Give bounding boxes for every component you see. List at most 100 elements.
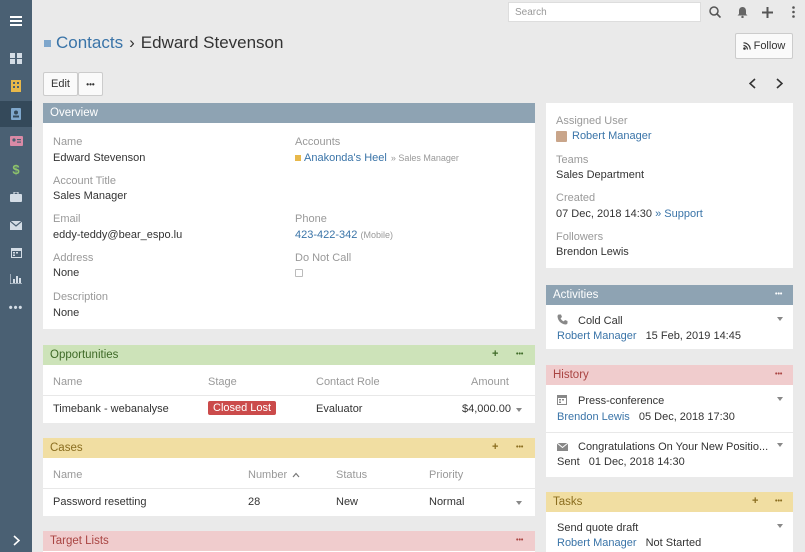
cases-menu-icon[interactable]: •••	[516, 444, 523, 451]
assigned-user-label: Assigned User	[556, 115, 628, 127]
history-panel: History ••• Press-conference Brendon Lew…	[546, 365, 793, 477]
history-item-2-meta: Sent 01 Dec, 2018 14:30	[557, 456, 685, 468]
breadcrumb-parent-link[interactable]: Contacts	[56, 33, 123, 53]
address-value: None	[53, 267, 80, 279]
history-item-1-link[interactable]: Press-conference	[578, 395, 664, 407]
accounts-label: Accounts	[295, 136, 341, 148]
phone-label: Phone	[295, 213, 327, 225]
search-input[interactable]: Search	[508, 2, 701, 22]
name-value: Edward Stevenson	[53, 152, 146, 164]
opp-col-stage: Stage	[208, 376, 237, 388]
history-divider	[546, 432, 793, 433]
more-icon[interactable]: •••	[0, 295, 32, 321]
address-label: Address	[53, 252, 94, 264]
breadcrumb: Contacts › Edward Stevenson	[44, 33, 283, 53]
cases-icon[interactable]	[0, 184, 32, 210]
target-lists-panel: Target Lists •••	[43, 531, 535, 552]
accounts-icon[interactable]	[0, 73, 32, 99]
created-field: 07 Dec, 2018 14:30 » Support	[556, 208, 703, 220]
kebab-menu-icon[interactable]	[784, 3, 802, 21]
previous-record-icon[interactable]	[748, 78, 756, 92]
followers-link[interactable]: Brendon Lewis	[556, 246, 629, 258]
tasks-menu-icon[interactable]: •••	[775, 498, 782, 505]
sort-up-icon	[292, 472, 300, 478]
teams-label: Teams	[556, 154, 589, 166]
opp-col-contact-role: Contact Role	[316, 376, 380, 388]
search-icon[interactable]	[706, 3, 724, 21]
phone-icon	[557, 314, 568, 328]
opportunities-icon[interactable]: $	[0, 156, 32, 182]
target-lists-menu-icon[interactable]: •••	[516, 537, 523, 544]
more-actions-button[interactable]: •••	[78, 72, 103, 96]
activities-panel: Activities ••• Cold Call Robert Manager …	[546, 285, 793, 349]
overview-header: Overview	[43, 103, 535, 123]
description-label: Description	[53, 291, 109, 303]
activity-date: 15 Feb, 2019 14:45	[645, 330, 741, 342]
opp-row-role: Evaluator	[316, 403, 363, 415]
history-item-2-dropdown-icon[interactable]	[777, 443, 783, 447]
email-link[interactable]: eddy-teddy@bear_espo.lu	[53, 229, 182, 241]
cases-add-icon[interactable]: +	[492, 441, 498, 453]
calendar-icon[interactable]	[0, 239, 32, 265]
account-title-label: Account Title	[53, 175, 116, 187]
plus-icon[interactable]	[758, 3, 776, 21]
email-icon[interactable]	[0, 212, 32, 238]
opportunities-add-icon[interactable]: +	[492, 348, 498, 360]
case-col-number[interactable]: Number	[248, 469, 300, 481]
page-title: Edward Stevenson	[140, 33, 284, 52]
menu-icon[interactable]	[0, 8, 32, 34]
edit-button[interactable]: Edit	[43, 72, 78, 96]
history-menu-icon[interactable]: •••	[775, 371, 782, 378]
bell-icon[interactable]	[733, 3, 751, 21]
left-sidebar: $ •••	[0, 0, 32, 552]
task-status: Not Started	[645, 537, 702, 549]
name-label: Name	[53, 136, 83, 148]
follow-button[interactable]: Follow	[735, 33, 793, 59]
expand-sidebar-icon[interactable]	[0, 527, 32, 552]
phone-link[interactable]: 423-422-342	[295, 229, 357, 241]
dashboard-icon[interactable]	[0, 45, 32, 71]
reports-icon[interactable]	[0, 266, 32, 292]
activity-dropdown-icon[interactable]	[777, 317, 783, 321]
task-title-link[interactable]: Send quote draft	[557, 522, 638, 534]
created-label: Created	[556, 192, 596, 204]
target-lists-header: Target Lists	[43, 531, 535, 551]
assigned-user-link[interactable]: Robert Manager	[572, 130, 652, 142]
next-record-icon[interactable]	[776, 78, 784, 92]
history-item-1-user-link[interactable]: Brendon Lewis	[557, 411, 630, 423]
account-square-icon	[295, 155, 301, 161]
task-dropdown-icon[interactable]	[777, 524, 783, 528]
tasks-add-icon[interactable]: +	[752, 495, 758, 507]
history-item-2-link[interactable]: Congratulations On Your New Positio...	[578, 441, 768, 453]
opp-col-name: Name	[53, 376, 83, 388]
task-user-link[interactable]: Robert Manager	[557, 537, 637, 549]
opp-row-name-link[interactable]: Timebank - webanalyse	[53, 403, 169, 415]
activity-title-link[interactable]: Cold Call	[578, 315, 623, 327]
follow-label: Follow	[753, 40, 786, 52]
activity-meta: Robert Manager 15 Feb, 2019 14:45	[557, 330, 741, 342]
history-item-1-dropdown-icon[interactable]	[777, 397, 783, 401]
case-row-name-link[interactable]: Password resetting	[53, 496, 147, 508]
opp-divider	[43, 395, 535, 396]
case-col-status: Status	[336, 469, 368, 481]
description-value: None	[53, 307, 80, 319]
breadcrumb-separator: ›	[129, 33, 135, 52]
leads-icon[interactable]	[0, 128, 32, 154]
created-by-link[interactable]: » Support	[655, 208, 703, 220]
activities-menu-icon[interactable]: •••	[775, 291, 782, 298]
history-item-1-date: 05 Dec, 2018 17:30	[638, 411, 735, 423]
opportunities-menu-icon[interactable]: •••	[516, 351, 523, 358]
followers-label: Followers	[556, 231, 604, 243]
task-meta: Robert Manager Not Started	[557, 537, 701, 549]
case-divider	[43, 488, 535, 489]
history-header: History	[546, 365, 793, 385]
opp-row-dropdown-icon[interactable]	[516, 408, 522, 412]
account-link[interactable]: Anakonda's Heel	[304, 152, 387, 164]
activity-user-link[interactable]: Robert Manager	[557, 330, 637, 342]
account-role: » Sales Manager	[390, 153, 459, 163]
teams-link[interactable]: Sales Department	[556, 169, 644, 181]
contacts-icon[interactable]	[0, 101, 32, 127]
opportunities-panel: Opportunities + ••• Name Stage Contact R…	[43, 345, 535, 423]
do-not-call-checkbox[interactable]	[295, 269, 303, 277]
case-row-dropdown-icon[interactable]	[516, 501, 522, 505]
